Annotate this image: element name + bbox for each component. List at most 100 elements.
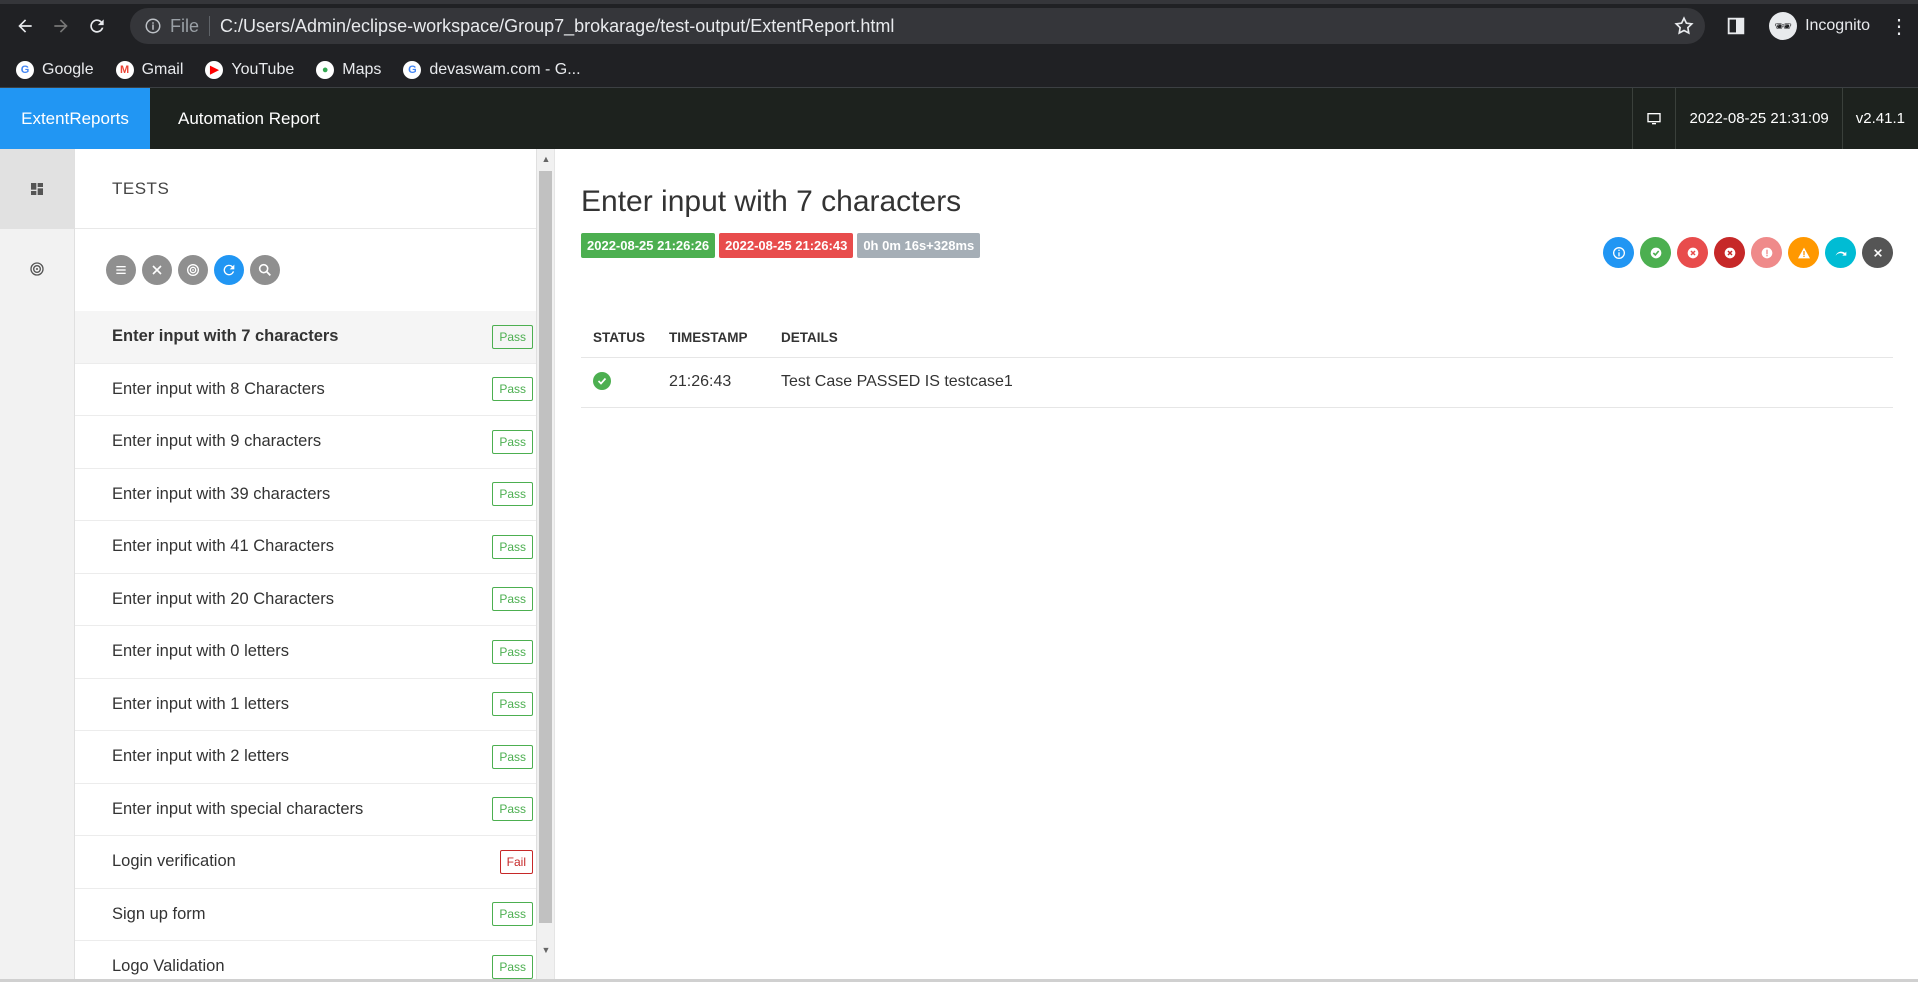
- log-timestamp: 21:26:43: [657, 357, 769, 408]
- filter-info-button[interactable]: [1603, 237, 1634, 268]
- filter-fatal-button[interactable]: [1714, 237, 1745, 268]
- bookmark-item[interactable]: G Google: [16, 60, 94, 79]
- test-item[interactable]: Enter input with 1 letters Pass: [75, 679, 553, 731]
- bookmark-item[interactable]: ▶ YouTube: [205, 60, 294, 79]
- url-text[interactable]: C:/Users/Admin/eclipse-workspace/Group7_…: [220, 16, 1673, 37]
- filter-clear-button[interactable]: [1862, 237, 1893, 268]
- profile-button[interactable]: 🕶 Incognito: [1759, 12, 1880, 40]
- status-badge: Pass: [492, 902, 533, 927]
- side-panel-icon[interactable]: [1725, 15, 1747, 37]
- test-name: Enter input with 9 characters: [112, 432, 322, 451]
- test-item[interactable]: Sign up form Pass: [75, 889, 553, 941]
- monitor-button[interactable]: [1632, 88, 1675, 149]
- test-title: Enter input with 7 characters: [581, 185, 962, 218]
- filter-status-button[interactable]: [106, 255, 136, 285]
- refresh-icon: [223, 264, 235, 276]
- bookmark-star-icon[interactable]: [1673, 15, 1695, 37]
- status-badge: Pass: [492, 482, 533, 507]
- menu-icon[interactable]: ⋮: [1886, 14, 1910, 39]
- monitor-icon: [1647, 112, 1662, 124]
- forward-button[interactable]: [44, 9, 78, 43]
- report-header: ExtentReports Automation Report 2022-08-…: [0, 88, 1918, 149]
- test-item[interactable]: Enter input with 2 letters Pass: [75, 731, 553, 784]
- test-name: Enter input with special characters: [112, 799, 364, 818]
- address-bar[interactable]: File C:/Users/Admin/eclipse-workspace/Gr…: [130, 8, 1706, 44]
- radar-icon: [30, 262, 44, 276]
- test-item[interactable]: Logo Validation Pass: [75, 941, 553, 981]
- category-filter-button[interactable]: [178, 255, 208, 285]
- timestamp-column-header: TIMESTAMP: [657, 330, 769, 358]
- nav-tests[interactable]: [0, 149, 74, 229]
- details-column-header: DETAILS: [769, 330, 1893, 358]
- test-item[interactable]: Enter input with 0 letters Pass: [75, 626, 553, 679]
- filter-skip-button[interactable]: [1825, 237, 1856, 268]
- test-name: Enter input with 41 Characters: [112, 537, 334, 556]
- status-badge: Pass: [492, 797, 533, 822]
- report-name: Automation Report: [178, 108, 320, 128]
- tests-title: TESTS: [75, 149, 553, 229]
- fail-icon: [1687, 247, 1698, 258]
- test-name: Enter input with 8 Characters: [112, 379, 325, 398]
- test-item[interactable]: Enter input with 9 characters Pass: [75, 416, 553, 469]
- address-separator: [209, 16, 211, 36]
- test-name: Enter input with 7 characters: [112, 327, 339, 346]
- target-icon: [187, 264, 199, 276]
- log-table: STATUS TIMESTAMP DETAILS 21:26:43 Test Ca…: [581, 330, 1893, 408]
- status-column-header: STATUS: [581, 330, 657, 358]
- test-item[interactable]: Enter input with special characters Pass: [75, 784, 553, 836]
- scroll-thumb[interactable]: [539, 171, 552, 923]
- test-name: Enter input with 1 letters: [112, 694, 290, 713]
- scroll-down-icon[interactable]: ▼: [537, 942, 554, 958]
- search-button[interactable]: [250, 255, 280, 285]
- refresh-button[interactable]: [214, 255, 244, 285]
- close-icon: [1873, 248, 1882, 257]
- status-badge: Pass: [492, 744, 533, 769]
- tests-scrollbar[interactable]: ▲ ▼: [536, 149, 554, 981]
- status-badge: Pass: [492, 324, 533, 349]
- list-icon: [116, 266, 126, 274]
- brand-logo[interactable]: ExtentReports: [0, 88, 150, 149]
- test-item[interactable]: Enter input with 41 Characters Pass: [75, 521, 553, 574]
- filter-warning-button[interactable]: [1788, 237, 1819, 268]
- arrow-left-icon: [18, 19, 32, 33]
- filter-fail-button[interactable]: [1677, 237, 1708, 268]
- test-detail: Enter input with 7 characters 2022-08-25…: [555, 149, 1918, 981]
- arrow-right-icon: [54, 19, 68, 33]
- report-body: TESTS Enter input with 7 characters Pass E…: [0, 149, 1918, 981]
- status-badge: Pass: [492, 692, 533, 717]
- log-row: 21:26:43 Test Case PASSED IS testcase1: [581, 357, 1893, 408]
- filter-pass-button[interactable]: [1640, 237, 1671, 268]
- bookmark-item[interactable]: ● Maps: [316, 60, 381, 79]
- test-name: Enter input with 0 letters: [112, 642, 290, 661]
- reload-icon: [90, 19, 104, 33]
- back-button[interactable]: [8, 9, 42, 43]
- reload-button[interactable]: [80, 9, 114, 43]
- close-icon: [152, 265, 162, 275]
- report-datetime: 2022-08-25 21:31:09: [1675, 88, 1841, 149]
- bookmark-label: Google: [42, 60, 94, 78]
- log-header-row: STATUS TIMESTAMP DETAILS: [581, 330, 1893, 358]
- status-badge: Pass: [492, 429, 533, 454]
- browser-toolbar: File C:/Users/Admin/eclipse-workspace/Gr…: [0, 0, 1918, 52]
- status-badge: Pass: [492, 377, 533, 402]
- search-icon: [258, 263, 271, 276]
- start-time-badge: 2022-08-25 21:26:26: [581, 233, 716, 258]
- test-item[interactable]: Login verification Fail: [75, 836, 553, 889]
- test-item[interactable]: Enter input with 8 Characters Pass: [75, 364, 553, 416]
- profile-label: Incognito: [1805, 17, 1870, 34]
- log-details: Test Case PASSED IS testcase1: [769, 357, 1893, 408]
- bookmark-item[interactable]: M Gmail: [115, 60, 183, 79]
- test-item[interactable]: Enter input with 20 Characters Pass: [75, 574, 553, 626]
- info-icon[interactable]: [144, 17, 162, 35]
- nav-dashboard[interactable]: [0, 229, 74, 309]
- clear-filters-button[interactable]: [142, 255, 172, 285]
- test-name: Enter input with 39 characters: [112, 484, 331, 503]
- bookmark-item[interactable]: Gdevaswam.com - G...: [403, 60, 581, 79]
- test-item[interactable]: Enter input with 39 characters Pass: [75, 469, 553, 521]
- test-list: Enter input with 7 characters Pass Enter i…: [75, 311, 553, 981]
- scroll-up-icon[interactable]: ▲: [537, 151, 554, 167]
- test-item[interactable]: Enter input with 7 characters Pass: [75, 311, 553, 364]
- status-badge: Pass: [492, 954, 533, 979]
- info-icon: [1612, 246, 1625, 259]
- filter-error-button[interactable]: [1751, 237, 1782, 268]
